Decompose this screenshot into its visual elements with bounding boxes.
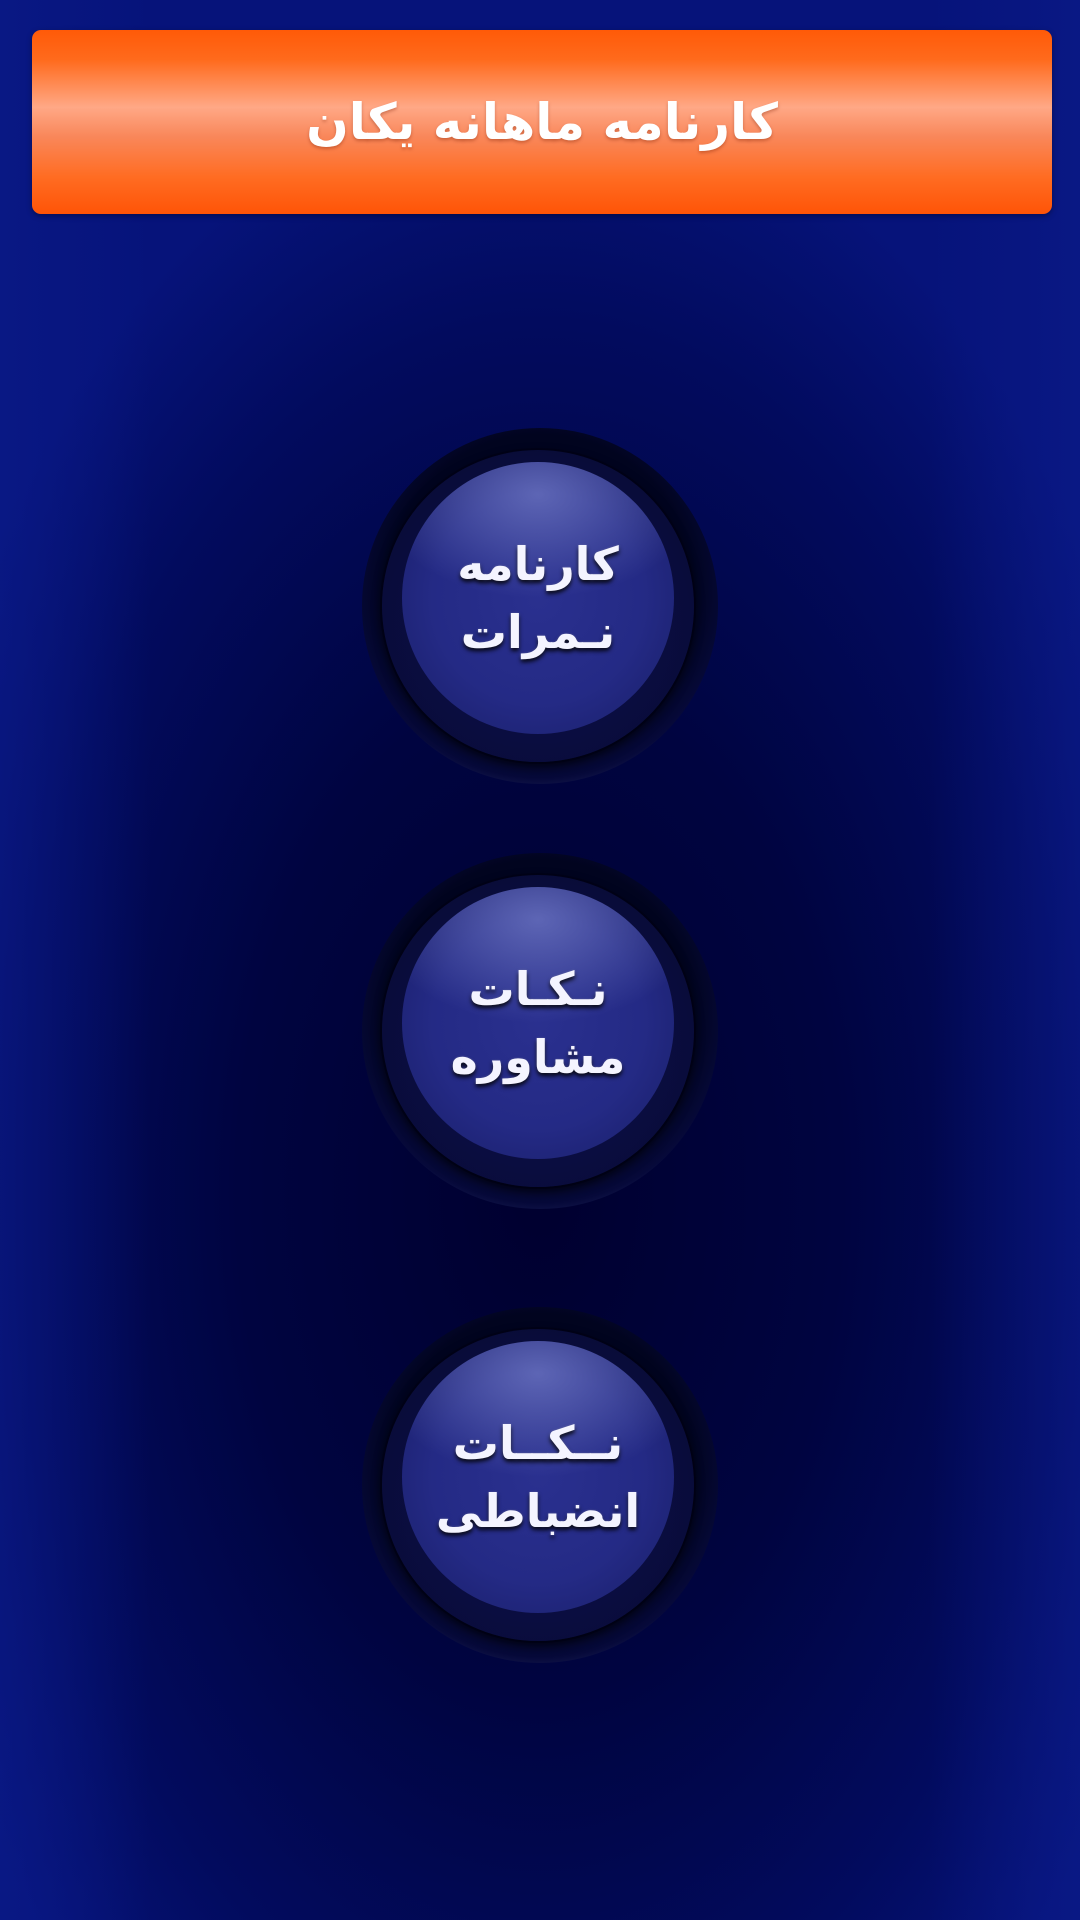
header-bar: کارنامه ماهانه یکان bbox=[32, 30, 1052, 214]
grades-report-button-bezel: کارنامه نـمرات bbox=[382, 450, 694, 762]
grades-report-label-line2: نـمرات bbox=[460, 605, 616, 659]
page-title: کارنامه ماهانه یکان bbox=[306, 93, 778, 151]
counseling-notes-button-bezel: نـکـات مشاوره bbox=[382, 875, 694, 1187]
discipline-notes-label-line2: انضباطی bbox=[435, 1484, 641, 1538]
discipline-notes-label-line1: نــکــات bbox=[452, 1416, 624, 1470]
discipline-notes-button-frame: نــکــات انضباطی bbox=[362, 1307, 718, 1663]
counseling-notes-label-line2: مشاوره bbox=[450, 1030, 626, 1084]
counseling-notes-label-line1: نـکـات bbox=[468, 962, 608, 1016]
counseling-notes-button[interactable]: نـکـات مشاوره bbox=[402, 887, 674, 1159]
grades-report-button-frame: کارنامه نـمرات bbox=[362, 428, 718, 784]
discipline-notes-button[interactable]: نــکــات انضباطی bbox=[402, 1341, 674, 1613]
grades-report-button[interactable]: کارنامه نـمرات bbox=[402, 462, 674, 734]
grades-report-label-line1: کارنامه bbox=[457, 537, 619, 591]
counseling-notes-button-frame: نـکـات مشاوره bbox=[362, 853, 718, 1209]
discipline-notes-button-bezel: نــکــات انضباطی bbox=[382, 1329, 694, 1641]
